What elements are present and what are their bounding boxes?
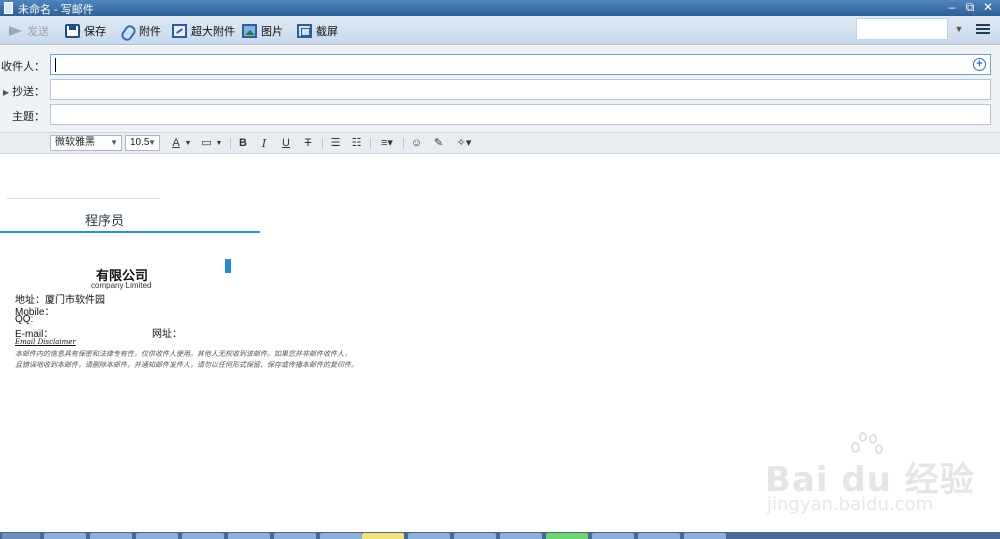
screenshot-label: 截屏	[316, 26, 338, 38]
divider	[7, 198, 160, 199]
watermark-url: jingyan.baidu.com	[767, 494, 934, 515]
save-button[interactable]: 保存	[65, 22, 106, 40]
font-size-value: 10.5	[130, 137, 150, 148]
minimize-button[interactable]: –	[944, 0, 960, 16]
divider	[370, 138, 371, 149]
start-button[interactable]	[2, 533, 40, 539]
text-caret	[55, 58, 56, 72]
signature-divider	[0, 231, 260, 233]
menu-icon[interactable]	[976, 22, 990, 36]
chevron-down-icon[interactable]: ▼	[952, 21, 966, 37]
save-label: 保存	[84, 26, 106, 38]
attach-label: 附件	[139, 26, 161, 38]
image-label: 图片	[261, 26, 283, 38]
font-family-select[interactable]: 微软雅黑 ▼	[50, 135, 122, 151]
signature-title: 程序员	[85, 213, 125, 228]
align-icon[interactable]: ≡▾	[378, 136, 396, 151]
taskbar-item[interactable]	[454, 533, 496, 539]
paperclip-icon	[120, 24, 135, 38]
taskbar-item[interactable]	[362, 533, 404, 539]
expand-triangle-icon: ▶	[2, 88, 9, 97]
bold-button[interactable]: B	[237, 136, 249, 151]
font-color-dropdown[interactable]: ▼	[184, 136, 192, 151]
big-attach-label: 超大附件	[191, 26, 235, 38]
big-attach-button[interactable]: 超大附件	[172, 22, 235, 40]
subject-label: 主题：	[12, 111, 45, 123]
highlight-icon[interactable]: ▭	[200, 136, 213, 151]
baidu-watermark: Bai du 经验 jingyan.baidu.com	[765, 430, 975, 520]
website-line: 网址：	[152, 329, 182, 340]
send-icon	[8, 24, 23, 38]
font-size-select[interactable]: 10.5 ▼	[125, 135, 160, 151]
app-icon	[4, 2, 13, 14]
logo-mark	[225, 259, 231, 273]
format-toolbar: 微软雅黑 ▼ 10.5 ▼ A ▼ ▭ ▼ B I U T ☰ ☷ ≡▾ ☺ ✎…	[0, 132, 1000, 154]
attach-button[interactable]: 附件	[120, 22, 161, 40]
bullet-list-icon[interactable]: ☰	[329, 136, 342, 151]
disclaimer-title: Email Disclaimer	[15, 338, 76, 346]
highlight-dropdown[interactable]: ▼	[215, 136, 223, 151]
disclaimer-line-2: 且错误地收到本邮件，请删除本邮件，并通知邮件发件人，请勿以任何形式保留、保存或传…	[15, 362, 358, 369]
image-icon	[242, 24, 257, 38]
title-bar: 未命名 - 写邮件 – ⧉ ✕	[0, 0, 1000, 16]
screenshot-button[interactable]: 截屏	[297, 22, 338, 40]
signature-icon[interactable]: ✎	[432, 136, 445, 151]
cc-label-wrap[interactable]: ▶ 抄送：	[0, 83, 45, 99]
add-contact-icon[interactable]: +	[973, 58, 986, 71]
screenshot-icon	[297, 24, 312, 38]
image-button[interactable]: 图片	[242, 22, 283, 40]
header-fields: 收件人： + ▶ 抄送： 主题：	[0, 46, 1000, 132]
save-icon	[65, 24, 80, 38]
taskbar-item[interactable]	[638, 533, 680, 539]
numbered-list-icon[interactable]: ☷	[350, 136, 363, 151]
chevron-down-icon: ▼	[148, 138, 156, 147]
font-color-button[interactable]: A	[170, 136, 182, 151]
qq-line: QQ:	[15, 314, 34, 325]
underline-button[interactable]: U	[280, 136, 292, 151]
send-label: 发送	[27, 26, 49, 38]
font-family-value: 微软雅黑	[55, 137, 95, 148]
taskbar-item[interactable]	[228, 533, 270, 539]
big-attachment-icon	[172, 24, 187, 38]
restore-button[interactable]: ⧉	[962, 0, 978, 16]
window-title: 未命名 - 写邮件	[18, 4, 94, 16]
subject-field[interactable]	[50, 104, 991, 125]
taskbar-item[interactable]	[136, 533, 178, 539]
close-button[interactable]: ✕	[980, 0, 996, 16]
taskbar-item[interactable]	[274, 533, 316, 539]
taskbar-item[interactable]	[408, 533, 450, 539]
cc-row: ▶ 抄送：	[0, 79, 1000, 101]
taskbar-item[interactable]	[44, 533, 86, 539]
strikethrough-button[interactable]: T	[302, 136, 314, 151]
divider	[403, 138, 404, 149]
taskbar-item[interactable]	[182, 533, 224, 539]
taskbar-item[interactable]	[500, 533, 542, 539]
taskbar-item[interactable]	[546, 533, 588, 539]
taskbar	[0, 532, 1000, 539]
account-selector[interactable]	[856, 18, 948, 40]
send-button[interactable]: 发送	[8, 22, 49, 40]
taskbar-item[interactable]	[592, 533, 634, 539]
to-label: 收件人：	[1, 61, 45, 73]
taskbar-item[interactable]	[684, 533, 726, 539]
to-field[interactable]: +	[50, 54, 991, 75]
magic-wand-icon[interactable]: ✧▾	[455, 136, 473, 151]
to-row: 收件人： +	[0, 54, 1000, 76]
divider	[230, 138, 231, 149]
disclaimer-line-1: 本邮件内的信息具有保密和法律专有性，仅供收件人使用。其他人无权收到该邮件。如果您…	[15, 351, 351, 358]
italic-button[interactable]: I	[258, 136, 270, 151]
subject-row: 主题：	[0, 104, 1000, 126]
cc-label: 抄送：	[12, 86, 45, 98]
cc-field[interactable]	[50, 79, 991, 100]
emoji-icon[interactable]: ☺	[410, 136, 423, 151]
taskbar-item[interactable]	[320, 533, 362, 539]
divider	[322, 138, 323, 149]
taskbar-item[interactable]	[90, 533, 132, 539]
main-toolbar: 发送 保存 附件 超大附件 图片 截屏 ▼	[0, 16, 1000, 45]
chevron-down-icon: ▼	[110, 138, 118, 147]
company-name-en: company Limited	[91, 281, 152, 290]
